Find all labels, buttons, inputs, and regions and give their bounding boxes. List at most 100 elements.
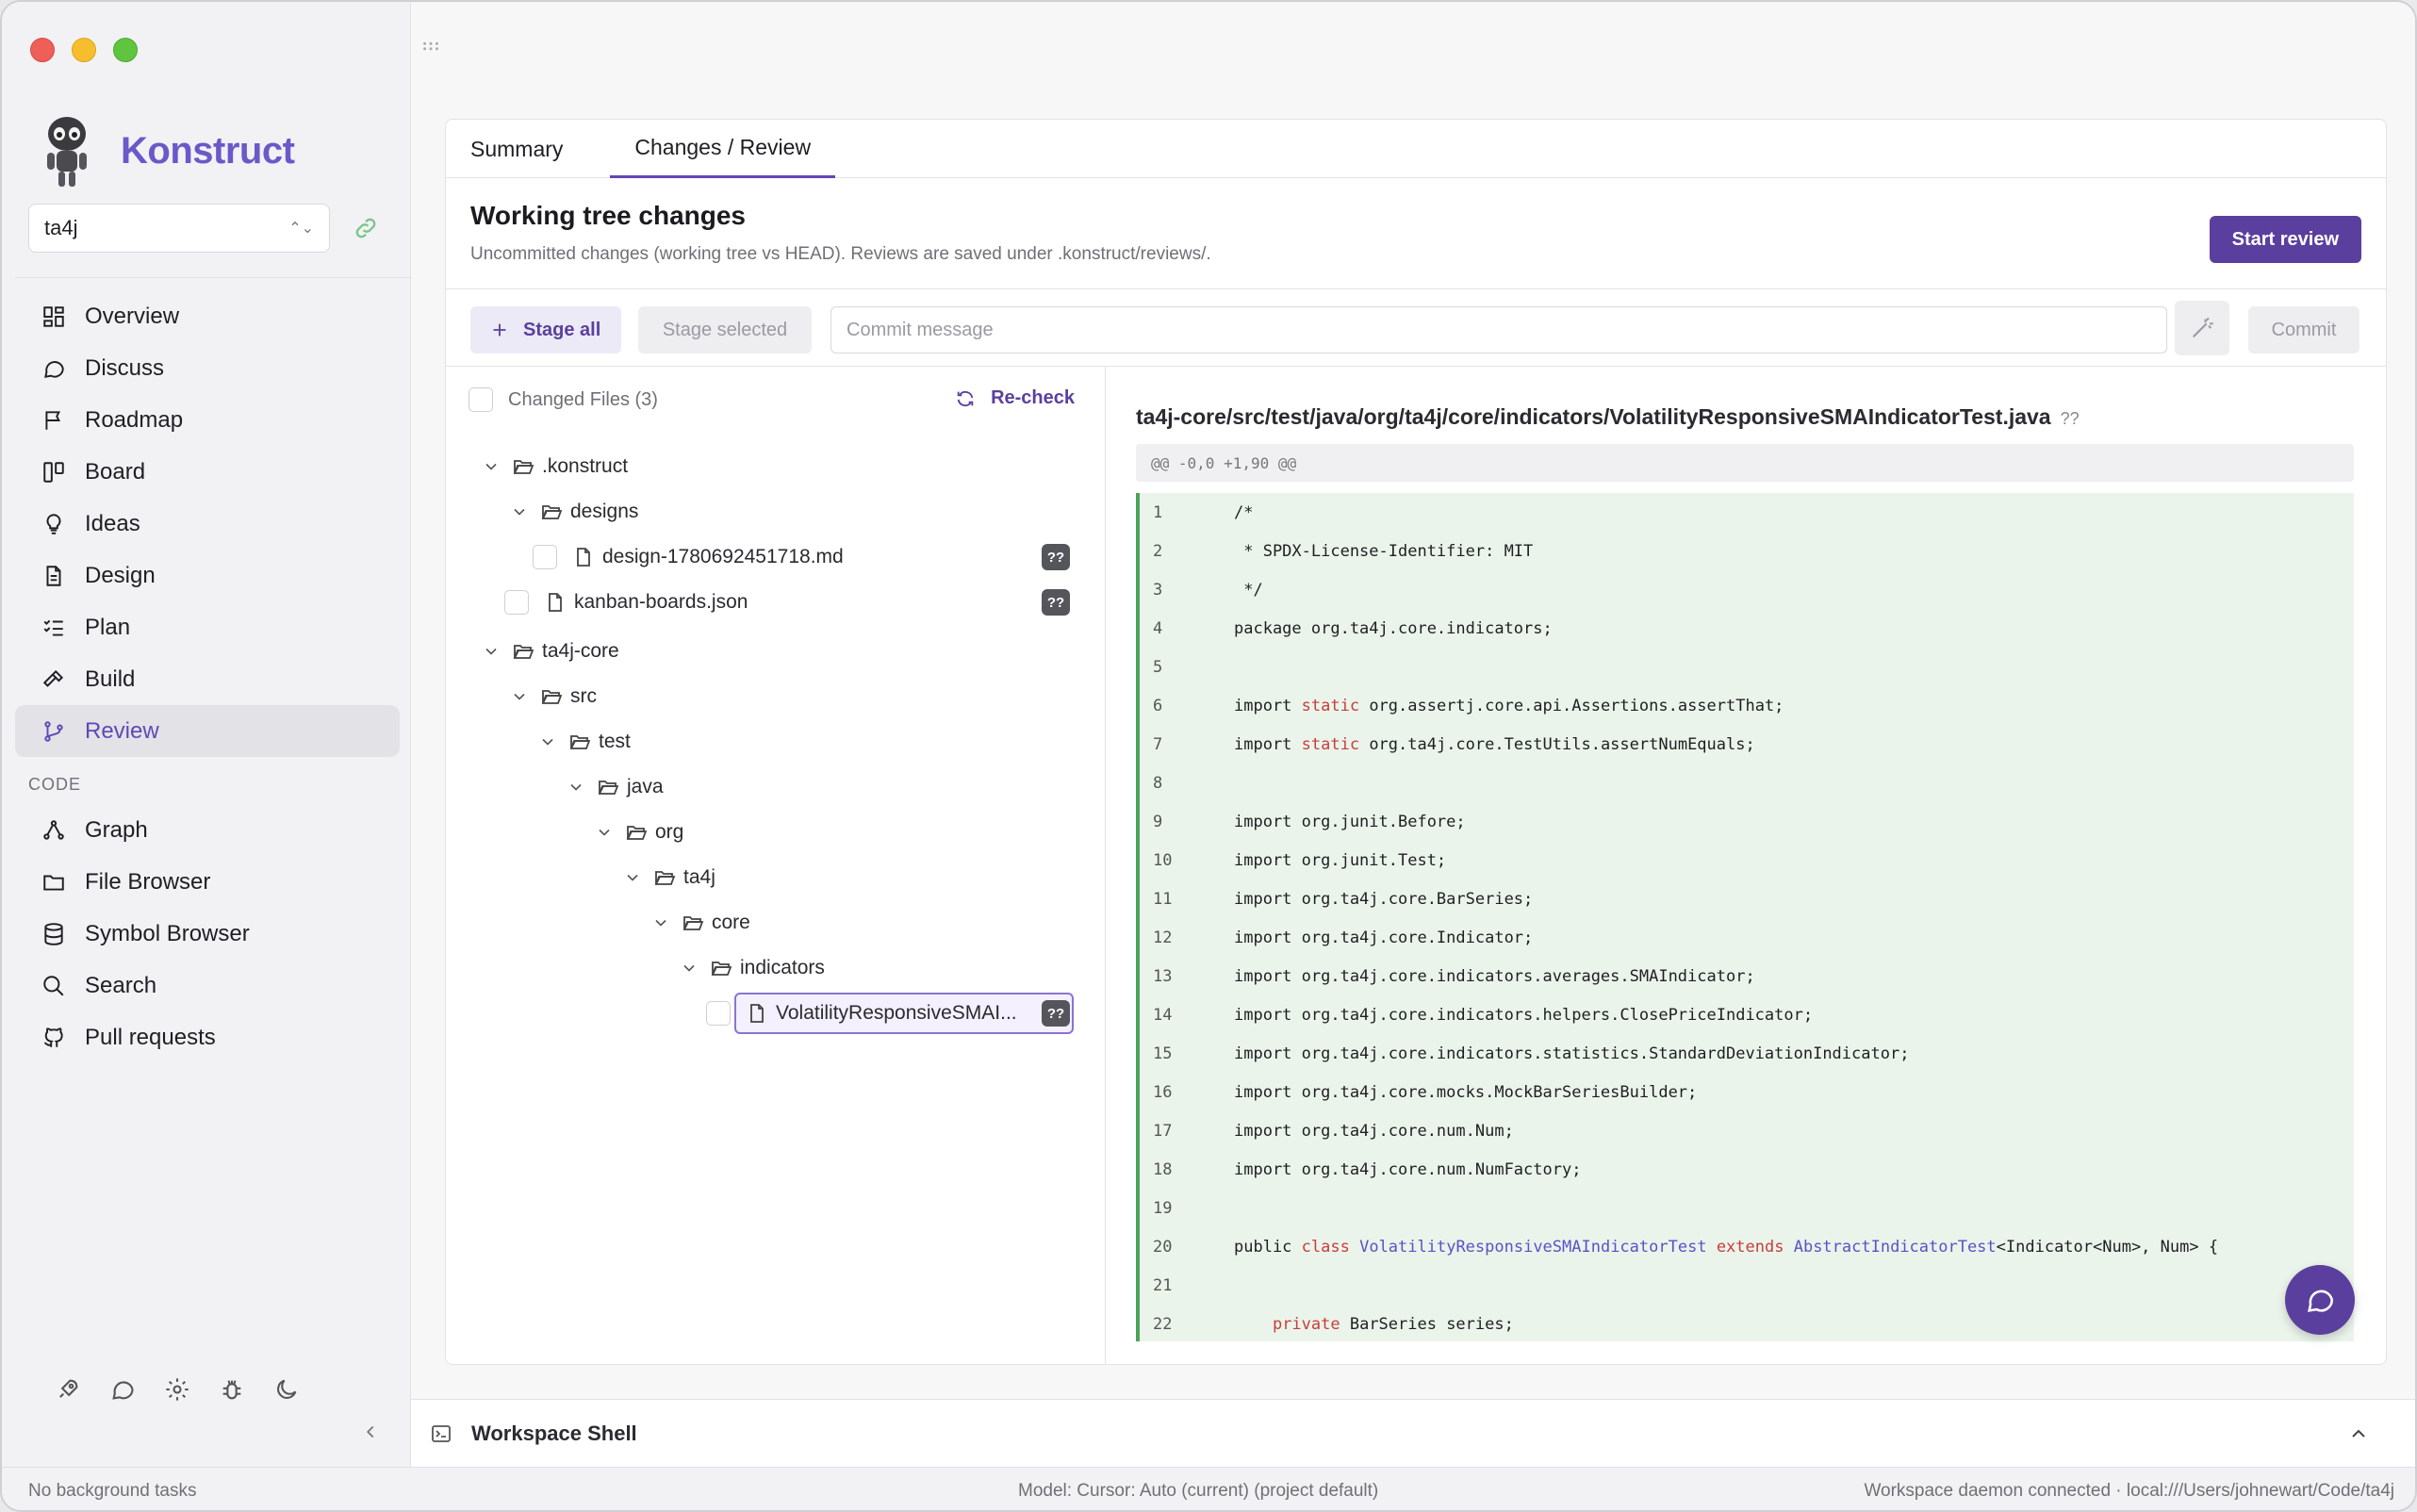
- tree-row-label: VolatilityResponsiveSMAI...: [776, 1002, 1017, 1024]
- chevron-up-icon[interactable]: [2347, 1422, 2370, 1445]
- sidebar-footer-actions: [55, 1376, 300, 1403]
- moon-icon[interactable]: [273, 1376, 300, 1403]
- tree-row-label: kanban-boards.json: [574, 591, 748, 613]
- code-token: import: [1234, 734, 1302, 754]
- bug-icon[interactable]: [219, 1376, 245, 1403]
- graph-icon: [43, 819, 64, 840]
- code-line: 15 import org.ta4j.core.indicators.statis…: [1140, 1034, 2354, 1073]
- close-window-button[interactable]: [30, 38, 55, 62]
- tree-folder-row[interactable]: src: [510, 676, 597, 717]
- code-line: 5: [1140, 648, 2354, 686]
- sidebar-item-pull-requests[interactable]: Pull requests: [15, 1011, 400, 1063]
- sidebar-item-overview[interactable]: Overview: [15, 290, 400, 342]
- file-checkbox[interactable]: [706, 1001, 731, 1026]
- commit-message-input[interactable]: [830, 306, 2167, 353]
- tree-folder-row[interactable]: org: [595, 812, 683, 853]
- untracked-badge: ??: [1042, 544, 1070, 570]
- sidebar-item-design[interactable]: Design: [15, 550, 400, 601]
- code-line: 21: [1140, 1266, 2354, 1305]
- tree-folder-row[interactable]: test: [538, 721, 631, 763]
- line-number: 3: [1153, 580, 1163, 600]
- sidebar-item-label: Ideas: [85, 510, 140, 536]
- main-nav: Overview Discuss Roadmap Board Ideas Des…: [15, 290, 400, 1063]
- generate-message-button[interactable]: [2175, 301, 2229, 355]
- sidebar-item-search[interactable]: Search: [15, 960, 400, 1011]
- tree-folder-row[interactable]: .konstruct: [482, 446, 628, 487]
- tree-file-row[interactable]: design-1780692451718.md: [533, 536, 844, 578]
- tree-folder-row[interactable]: core: [651, 902, 750, 944]
- start-review-button[interactable]: Start review: [2209, 216, 2361, 263]
- zoom-window-button[interactable]: [113, 38, 138, 62]
- tree-folder-row[interactable]: ta4j-core: [482, 631, 619, 672]
- sidebar-item-file-browser[interactable]: File Browser: [15, 856, 400, 908]
- workspace-shell-bar[interactable]: Workspace Shell: [411, 1399, 2415, 1467]
- stage-selected-button[interactable]: Stage selected: [638, 306, 812, 353]
- code-token: import org.ta4j.core.Indicator;: [1234, 928, 1534, 947]
- sidebar-item-graph[interactable]: Graph: [15, 804, 400, 856]
- rocket-icon[interactable]: [55, 1376, 81, 1403]
- line-content: import org.ta4j.core.num.NumFactory;: [1234, 1160, 1581, 1179]
- line-content: * SPDX-License-Identifier: MIT: [1234, 542, 1533, 561]
- code-token: class: [1301, 1237, 1350, 1257]
- file-checkbox[interactable]: [504, 590, 529, 615]
- select-all-checkbox[interactable]: [469, 387, 493, 412]
- chevron-down-icon: [514, 508, 525, 516]
- line-number: 16: [1153, 1082, 1173, 1102]
- sidebar-item-discuss[interactable]: Discuss: [15, 342, 400, 394]
- tab-changes-review[interactable]: Changes / Review: [610, 120, 836, 178]
- folder-open-icon: [513, 645, 534, 659]
- tree-file-row-selected[interactable]: VolatilityResponsiveSMAI...: [706, 993, 1083, 1034]
- sidebar-item-symbol-browser[interactable]: Symbol Browser: [15, 908, 400, 960]
- magic-wand-icon: [2192, 317, 2213, 338]
- code-line: 1 /*: [1140, 493, 2354, 532]
- chat-fab-button[interactable]: [2285, 1265, 2355, 1335]
- terminal-icon: [432, 1424, 451, 1442]
- tree-file-row[interactable]: kanban-boards.json: [504, 582, 748, 623]
- tree-folder-row[interactable]: java: [567, 766, 664, 808]
- folder-open-icon: [711, 961, 732, 976]
- commit-button[interactable]: Commit: [2248, 306, 2359, 353]
- sidebar-item-review[interactable]: Review: [15, 705, 400, 757]
- project-select-value: ta4j: [44, 216, 78, 239]
- tree-folder-row[interactable]: designs: [510, 491, 638, 533]
- checklist-icon: [43, 619, 63, 636]
- sidebar-item-label: Design: [85, 562, 156, 588]
- tree-folder-row[interactable]: indicators: [680, 947, 825, 989]
- workspace-shell-label: Workspace Shell: [471, 1421, 637, 1445]
- minimize-window-button[interactable]: [72, 38, 96, 62]
- project-select[interactable]: ta4j ⌃⌄: [28, 204, 330, 253]
- line-content: import org.ta4j.core.num.Num;: [1234, 1122, 1514, 1141]
- app-window: Konstruct ta4j ⌃⌄ Overview Discuss Roadm…: [0, 0, 2417, 1512]
- sidebar-item-roadmap[interactable]: Roadmap: [15, 394, 400, 446]
- gear-icon[interactable]: [164, 1376, 190, 1403]
- search-icon: [43, 975, 64, 995]
- file-checkbox[interactable]: [533, 545, 557, 569]
- line-number: 13: [1153, 966, 1173, 986]
- stage-all-button[interactable]: Stage all: [470, 306, 621, 353]
- code-line: 7 import static org.ta4j.core.TestUtils.a…: [1140, 725, 2354, 764]
- tab-summary[interactable]: Summary: [470, 120, 587, 178]
- sidebar: Konstruct ta4j ⌃⌄ Overview Discuss Roadm…: [2, 2, 411, 1467]
- code-token: /*: [1234, 502, 1254, 522]
- line-number: 15: [1153, 1044, 1173, 1063]
- sidebar-item-label: Graph: [85, 816, 148, 843]
- recheck-button[interactable]: Re-check: [955, 387, 1075, 409]
- link-icon[interactable]: [353, 215, 379, 241]
- drag-handle-icon[interactable]: [420, 36, 441, 57]
- line-number: 12: [1153, 928, 1173, 947]
- sidebar-item-plan[interactable]: Plan: [15, 601, 400, 653]
- code-token: import org.ta4j.core.indicators.helpers.…: [1234, 1005, 1814, 1025]
- collapse-sidebar-icon[interactable]: [360, 1422, 381, 1442]
- sidebar-item-ideas[interactable]: Ideas: [15, 498, 400, 550]
- tree-folder-row[interactable]: ta4j: [623, 857, 715, 898]
- line-number: 6: [1153, 696, 1163, 715]
- chat-icon[interactable]: [109, 1376, 136, 1403]
- sidebar-item-build[interactable]: Build: [15, 653, 400, 705]
- git-branch-icon: [44, 720, 63, 742]
- code-token: AbstractIndicatorTest: [1793, 1237, 1997, 1257]
- sidebar-item-board[interactable]: Board: [15, 446, 400, 498]
- line-number: 9: [1153, 812, 1163, 831]
- commit-toolbar: Stage all Stage selected Commit: [446, 289, 2386, 367]
